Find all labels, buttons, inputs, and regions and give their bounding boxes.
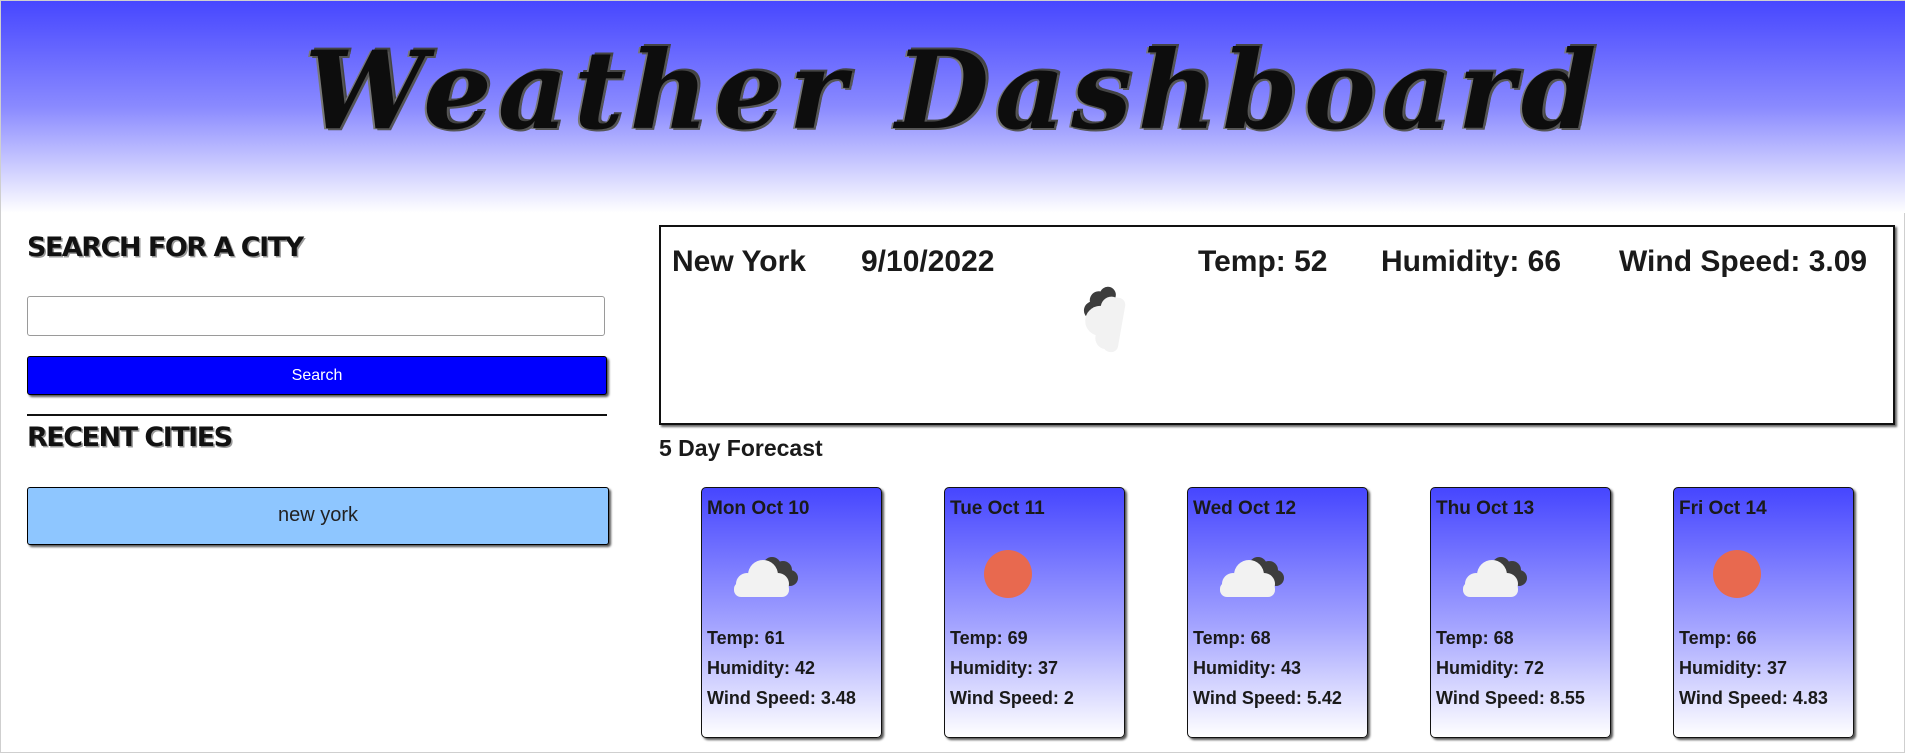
forecast-wind-speed: Wind Speed: 8.55 bbox=[1436, 688, 1585, 708]
forecast-wind-speed: Wind Speed: 3.48 bbox=[707, 688, 856, 708]
forecast-date: Thu Oct 13 bbox=[1436, 498, 1535, 519]
recent-cities-heading: RECENT CITIES bbox=[27, 422, 233, 453]
search-button[interactable]: Search bbox=[27, 356, 607, 395]
forecast-humidity: Humidity: 37 bbox=[950, 658, 1059, 678]
forecast-date: Tue Oct 11 bbox=[950, 498, 1045, 519]
forecast-wind-speed: Wind Speed: 2 bbox=[950, 688, 1074, 708]
search-heading: SEARCH FOR A CITY bbox=[27, 232, 304, 263]
current-city: New York bbox=[672, 245, 806, 278]
current-temp: Temp: 52 bbox=[1198, 245, 1328, 278]
cloudy-icon bbox=[1059, 286, 1149, 353]
current-wind-speed: Wind Speed: 3.09 bbox=[1619, 245, 1868, 278]
forecast-card: Tue Oct 11 Temp: 69 Humidity: 37 Wind Speed… bbox=[944, 487, 1125, 738]
forecast-date: Mon Oct 10 bbox=[707, 498, 810, 519]
forecast-temp: Temp: 68 bbox=[1436, 628, 1514, 648]
city-search-input[interactable] bbox=[27, 296, 605, 336]
forecast-temp: Temp: 68 bbox=[1193, 628, 1271, 648]
site-title: Weather Dashboard bbox=[304, 28, 1603, 154]
forecast-temp: Temp: 61 bbox=[707, 628, 785, 648]
forecast-date: Fri Oct 14 bbox=[1679, 498, 1767, 519]
sun-icon bbox=[1692, 546, 1782, 611]
forecast-temp: Temp: 66 bbox=[1679, 628, 1757, 648]
current-weather-panel: New York 9/10/2022 Temp: 52 Humidity: 66… bbox=[659, 225, 1895, 425]
sidebar-divider bbox=[27, 414, 607, 416]
cloudy-icon bbox=[720, 546, 810, 611]
forecast-humidity: Humidity: 43 bbox=[1193, 658, 1302, 678]
sun-icon bbox=[963, 546, 1053, 611]
forecast-humidity: Humidity: 37 bbox=[1679, 658, 1788, 678]
forecast-card: Wed Oct 12 Temp: 68 Humidity: 43 Wind Speed… bbox=[1187, 487, 1368, 738]
current-humidity: Humidity: 66 bbox=[1381, 245, 1562, 278]
recent-city-button[interactable]: new york bbox=[27, 487, 609, 545]
forecast-humidity: Humidity: 72 bbox=[1436, 658, 1545, 678]
forecast-title: 5 Day Forecast bbox=[659, 435, 823, 461]
forecast-wind-speed: Wind Speed: 5.42 bbox=[1193, 688, 1342, 708]
forecast-wind-speed: Wind Speed: 4.83 bbox=[1679, 688, 1828, 708]
forecast-card: Fri Oct 14 Temp: 66 Humidity: 37 Wind Speed… bbox=[1673, 487, 1854, 738]
forecast-date: Wed Oct 12 bbox=[1193, 498, 1297, 519]
current-date: 9/10/2022 bbox=[861, 245, 995, 278]
cloudy-icon bbox=[1206, 546, 1296, 611]
cloudy-icon bbox=[1449, 546, 1539, 611]
forecast-temp: Temp: 69 bbox=[950, 628, 1028, 648]
header-banner: Weather Dashboard bbox=[1, 1, 1905, 213]
forecast-humidity: Humidity: 42 bbox=[707, 658, 816, 678]
forecast-card: Mon Oct 10 Temp: 61 Humidity: 42 Wind Speed… bbox=[701, 487, 882, 738]
forecast-card: Thu Oct 13 Temp: 68 Humidity: 72 Wind Speed… bbox=[1430, 487, 1611, 738]
